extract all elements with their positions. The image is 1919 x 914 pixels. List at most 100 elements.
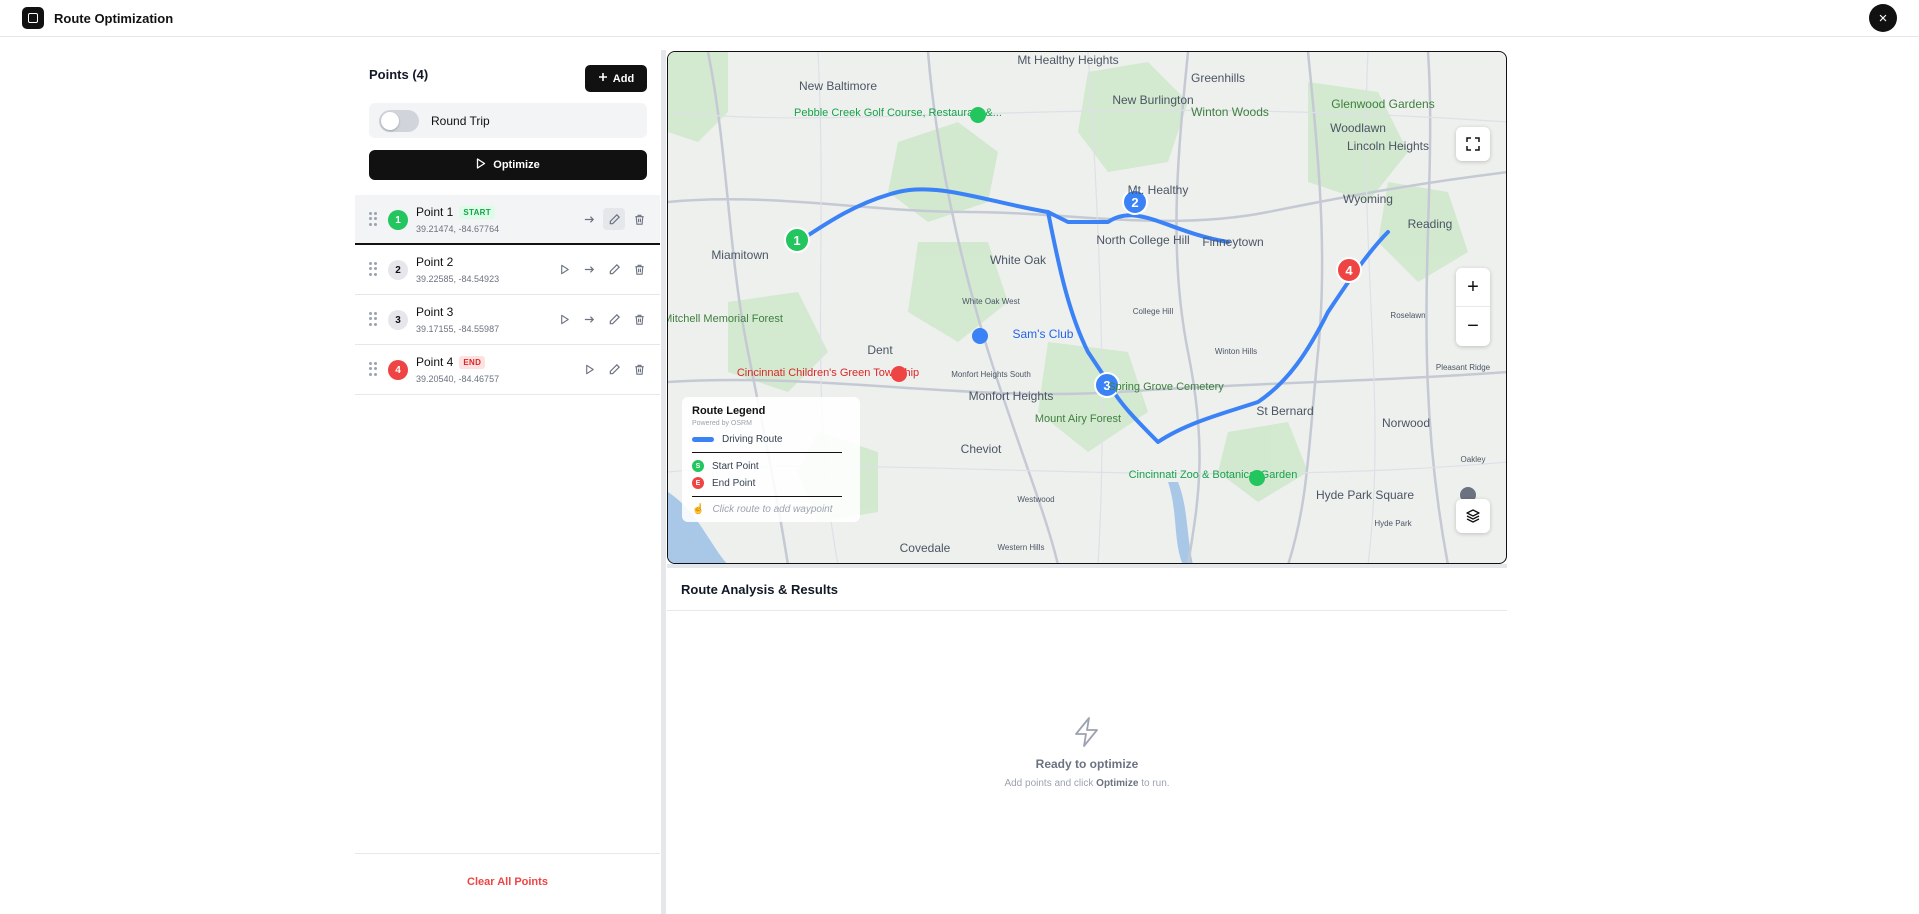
route-line-swatch <box>692 437 714 442</box>
point-list: 1 Point 1 START 39.21474, -84.67764 2 Po… <box>355 195 660 395</box>
edit-pencil-icon[interactable] <box>603 208 625 230</box>
round-trip-label: Round Trip <box>431 113 490 128</box>
optimize-button[interactable]: Optimize <box>369 150 647 180</box>
point-name: Point 2 <box>416 255 454 269</box>
round-trip-row: Round Trip <box>369 103 647 138</box>
plus-icon <box>598 72 608 85</box>
place-label: Finneytown <box>1202 235 1263 249</box>
place-label: Mount Airy Forest <box>1035 413 1121 425</box>
play-icon[interactable] <box>578 358 600 380</box>
end-point-icon: E <box>692 477 704 489</box>
add-point-button[interactable]: Add <box>585 65 647 92</box>
place-label: Covedale <box>900 541 951 555</box>
place-label: Norwood <box>1382 416 1430 430</box>
place-label: Hyde Park <box>1374 519 1412 528</box>
drag-handle-icon[interactable] <box>369 212 377 226</box>
play-icon[interactable] <box>553 258 575 280</box>
place-label: Dent <box>867 343 893 357</box>
point-name: Point 3 <box>416 305 454 319</box>
top-bar: Route Optimization × <box>0 0 1919 37</box>
point-number-badge: 4 <box>388 360 408 380</box>
legend-title: Route Legend <box>692 405 766 417</box>
drag-handle-icon[interactable] <box>369 362 377 376</box>
place-label: New Baltimore <box>799 79 877 93</box>
place-label: Cincinnati Zoo & Botanical Garden <box>1129 469 1298 481</box>
point-coords: 39.21474, -84.67764 <box>416 224 500 234</box>
place-label: Roselawn <box>1390 311 1425 320</box>
hand-pointer-icon: ☝ <box>692 504 705 515</box>
place-label: Mitchell Memorial Forest <box>668 313 783 325</box>
optimize-label: Optimize <box>493 159 540 171</box>
point-row-1[interactable]: 1 Point 1 START 39.21474, -84.67764 <box>355 195 660 245</box>
place-label: White Oak <box>990 253 1047 267</box>
point-row-4[interactable]: 4 Point 4 END 39.20540, -84.46757 <box>355 345 660 395</box>
app-icon <box>22 7 44 29</box>
zoom-controls: + − <box>1456 268 1490 346</box>
app-title: Route Optimization <box>54 10 174 26</box>
edit-pencil-icon[interactable] <box>603 308 625 330</box>
clear-footer: Clear All Points <box>355 853 660 914</box>
map-view[interactable]: 1 2 3 4 Mt Healthy Heights New Baltimore… <box>667 51 1507 564</box>
place-label: Reading <box>1408 217 1453 231</box>
point-number-badge: 1 <box>388 210 408 230</box>
place-label: Winton Hills <box>1215 347 1257 356</box>
point-row-2[interactable]: 2 Point 2 39.22585, -84.54923 <box>355 245 660 295</box>
legend-powered: Powered by OSRM <box>692 420 752 427</box>
points-panel: Points (4) Add Round Trip Optimize 1 Poi… <box>355 50 660 914</box>
play-icon <box>476 158 486 172</box>
trash-icon[interactable] <box>628 358 650 380</box>
arrow-right-icon[interactable] <box>578 308 600 330</box>
place-label: College Hill <box>1133 307 1174 316</box>
trash-icon[interactable] <box>628 308 650 330</box>
legend-driving: Driving Route <box>722 434 783 445</box>
round-trip-toggle[interactable] <box>379 109 419 132</box>
edit-pencil-icon[interactable] <box>603 358 625 380</box>
arrow-right-icon[interactable] <box>578 258 600 280</box>
trash-icon[interactable] <box>628 208 650 230</box>
route-marker-4: 4 <box>1345 263 1353 278</box>
place-label: New Burlington <box>1112 93 1193 107</box>
start-point-icon: S <box>692 460 704 472</box>
point-row-3[interactable]: 3 Point 3 39.17155, -84.55987 <box>355 295 660 345</box>
zoom-out-button[interactable]: − <box>1456 307 1490 346</box>
point-number-badge: 2 <box>388 260 408 280</box>
fullscreen-icon[interactable] <box>1456 127 1490 161</box>
add-point-label: Add <box>612 72 635 85</box>
place-label: Mt Healthy Heights <box>1017 53 1118 67</box>
place-label: Spring Grove Cemetery <box>1108 381 1224 393</box>
place-label: Westwood <box>1017 495 1054 504</box>
place-label: Wyoming <box>1343 192 1393 206</box>
route-marker-2: 2 <box>1131 195 1138 210</box>
close-button[interactable]: × <box>1869 4 1897 32</box>
drag-handle-icon[interactable] <box>369 262 377 276</box>
empty-subtitle: Add points and click Optimize to run. <box>1004 778 1170 789</box>
legend-hint: Click route to add waypoint <box>712 504 833 515</box>
point-coords: 39.22585, -84.54923 <box>416 274 500 284</box>
place-label: Pleasant Ridge <box>1436 363 1491 372</box>
place-label: Hyde Park Square <box>1316 488 1414 502</box>
point-name: Point 1 <box>416 205 454 219</box>
panel-resize-handle[interactable] <box>661 50 666 914</box>
place-label: Cheviot <box>961 442 1002 456</box>
place-label: Mt. Healthy <box>1128 183 1189 197</box>
clear-all-points-button[interactable]: Clear All Points <box>467 876 548 888</box>
place-label: Lincoln Heights <box>1347 139 1429 153</box>
route-marker-1: 1 <box>793 233 800 248</box>
points-heading: Points (4) <box>369 67 429 82</box>
place-label: St Bernard <box>1256 404 1313 418</box>
layers-icon[interactable] <box>1456 499 1490 533</box>
place-label: Oakley <box>1461 455 1486 464</box>
trash-icon[interactable] <box>628 258 650 280</box>
zoom-in-button[interactable]: + <box>1456 268 1490 307</box>
legend-start: Start Point <box>712 460 759 472</box>
place-label: Winton Woods <box>1191 105 1269 119</box>
arrow-right-icon[interactable] <box>578 208 600 230</box>
drag-handle-icon[interactable] <box>369 312 377 326</box>
play-icon[interactable] <box>553 308 575 330</box>
end-tag: END <box>459 355 486 369</box>
point-coords: 39.20540, -84.46757 <box>416 374 500 384</box>
place-label: Greenhills <box>1191 71 1245 85</box>
place-label: Glenwood Gardens <box>1331 97 1434 111</box>
place-label: North College Hill <box>1096 233 1189 247</box>
edit-pencil-icon[interactable] <box>603 258 625 280</box>
